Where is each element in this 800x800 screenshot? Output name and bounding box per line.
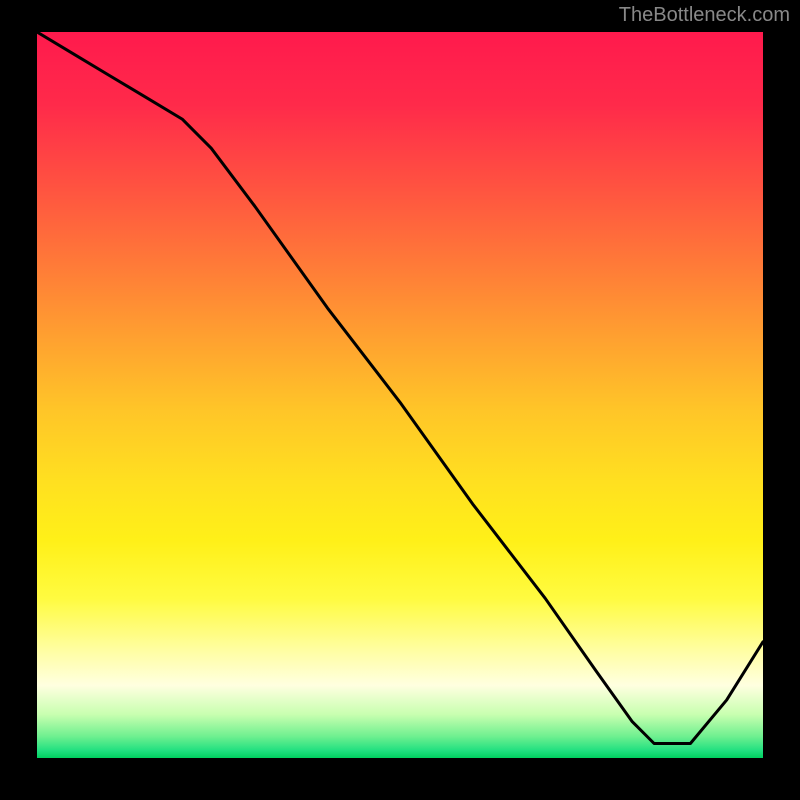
- chart-plot-area: [37, 32, 763, 758]
- attribution-text: TheBottleneck.com: [619, 4, 790, 27]
